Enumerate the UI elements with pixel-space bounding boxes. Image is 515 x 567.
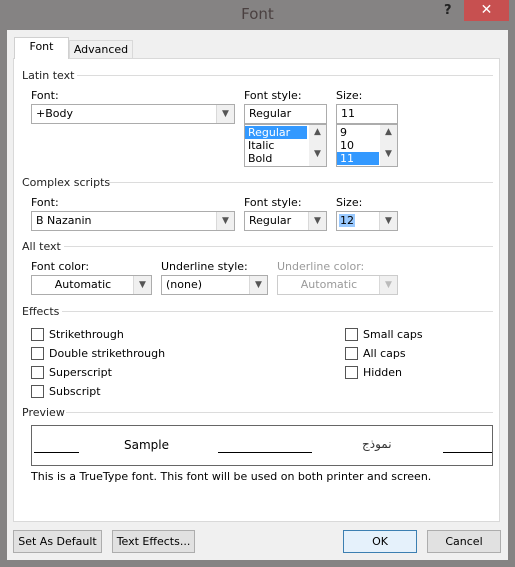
- divider: [66, 412, 493, 413]
- divider: [77, 75, 493, 76]
- preview-box: Sample نموذج: [31, 425, 493, 466]
- divider: [64, 246, 493, 247]
- scrollbar[interactable]: ▲ ▼: [309, 125, 326, 166]
- underline-color-value: Automatic: [300, 278, 358, 291]
- latin-size-list[interactable]: 9 10 11 ▲ ▼: [336, 124, 398, 167]
- preview-line: [34, 452, 79, 453]
- font-color-label: Font color:: [31, 260, 90, 273]
- checkbox[interactable]: [31, 328, 44, 341]
- list-item[interactable]: 11: [337, 152, 379, 165]
- checkbox-label: Hidden: [363, 366, 403, 379]
- section-preview: Preview: [22, 406, 65, 419]
- list-item[interactable]: Italic: [245, 139, 307, 152]
- chevron-down-icon[interactable]: ▼: [379, 212, 397, 230]
- underline-style-label: Underline style:: [161, 260, 248, 273]
- preview-line: [443, 452, 492, 453]
- section-latin-text: Latin text: [22, 69, 75, 82]
- preview-sample: Sample: [124, 438, 169, 452]
- checkbox-label: Superscript: [49, 366, 112, 379]
- effects-left: Strikethrough Double strikethrough Super…: [31, 325, 165, 401]
- divider: [108, 182, 493, 183]
- chevron-down-icon[interactable]: ▼: [216, 105, 234, 123]
- chevron-up-icon[interactable]: ▲: [309, 127, 326, 137]
- ok-button[interactable]: OK: [343, 530, 417, 553]
- help-button[interactable]: ?: [444, 3, 452, 18]
- close-button[interactable]: ✕: [464, 0, 509, 21]
- list-item[interactable]: 9: [337, 126, 379, 139]
- set-as-default-button[interactable]: Set As Default: [13, 530, 102, 553]
- checkbox[interactable]: [31, 347, 44, 360]
- font-color-combo[interactable]: Automatic ▼: [31, 275, 152, 295]
- checkbox-label: Small caps: [363, 328, 423, 341]
- latin-font-combo[interactable]: +Body ▼: [31, 104, 235, 124]
- tab-font[interactable]: Font: [14, 37, 69, 59]
- checkbox-all-caps[interactable]: All caps: [345, 344, 423, 363]
- complex-style-label: Font style:: [244, 196, 302, 209]
- latin-style-list[interactable]: Regular Italic Bold ▲ ▼: [244, 124, 327, 167]
- complex-style-value: Regular: [249, 214, 292, 227]
- tab-advanced[interactable]: Advanced: [69, 40, 133, 60]
- checkbox-hidden[interactable]: Hidden: [345, 363, 423, 382]
- cancel-button[interactable]: Cancel: [427, 530, 501, 553]
- checkbox-double-strikethrough[interactable]: Double strikethrough: [31, 344, 165, 363]
- checkbox-small-caps[interactable]: Small caps: [345, 325, 423, 344]
- complex-style-combo[interactable]: Regular ▼: [244, 211, 327, 231]
- checkbox-label: Double strikethrough: [49, 347, 166, 360]
- text-effects-button[interactable]: Text Effects...: [112, 530, 195, 553]
- latin-font-value: +Body: [36, 107, 73, 120]
- checkbox-label: Strikethrough: [49, 328, 124, 341]
- preview-sample-rtl: نموذج: [362, 437, 392, 451]
- checkbox[interactable]: [31, 385, 44, 398]
- chevron-down-icon[interactable]: ▼: [308, 212, 326, 230]
- effects-right: Small caps All caps Hidden: [345, 325, 423, 382]
- underline-color-label: Underline color:: [277, 260, 365, 273]
- scrollbar[interactable]: ▲ ▼: [380, 125, 397, 166]
- latin-style-label: Font style:: [244, 89, 302, 102]
- section-effects: Effects: [22, 305, 60, 318]
- checkbox-subscript[interactable]: Subscript: [31, 382, 165, 401]
- checkbox[interactable]: [345, 366, 358, 379]
- latin-size-input[interactable]: 11: [336, 104, 398, 124]
- latin-size-label: Size:: [336, 89, 363, 102]
- list-item[interactable]: Regular: [245, 126, 307, 139]
- chevron-down-icon[interactable]: ▼: [133, 276, 151, 294]
- window-title: Font: [241, 5, 274, 23]
- font-color-value: Automatic: [54, 278, 112, 291]
- complex-size-value: 12: [339, 214, 355, 227]
- chevron-down-icon[interactable]: ▼: [380, 149, 397, 159]
- complex-font-label: Font:: [31, 196, 59, 209]
- chevron-down-icon[interactable]: ▼: [249, 276, 267, 294]
- underline-style-combo[interactable]: (none) ▼: [161, 275, 268, 295]
- list-item[interactable]: 10: [337, 139, 379, 152]
- chevron-down-icon: ▼: [379, 276, 397, 294]
- preview-note: This is a TrueType font. This font will …: [31, 470, 432, 483]
- preview-line: [218, 452, 312, 453]
- chevron-up-icon[interactable]: ▲: [380, 127, 397, 137]
- chevron-down-icon[interactable]: ▼: [309, 149, 326, 159]
- divider: [62, 311, 493, 312]
- checkbox-superscript[interactable]: Superscript: [31, 363, 165, 382]
- chevron-down-icon[interactable]: ▼: [216, 212, 234, 230]
- complex-size-label: Size:: [336, 196, 363, 209]
- checkbox[interactable]: [345, 347, 358, 360]
- checkbox[interactable]: [345, 328, 358, 341]
- section-complex-scripts: Complex scripts: [22, 176, 111, 189]
- section-all-text: All text: [22, 240, 61, 253]
- latin-style-input[interactable]: Regular: [244, 104, 327, 124]
- underline-color-combo: Automatic ▼: [277, 275, 398, 295]
- list-item[interactable]: Bold: [245, 152, 307, 165]
- checkbox-strikethrough[interactable]: Strikethrough: [31, 325, 165, 344]
- checkbox-label: Subscript: [49, 385, 101, 398]
- complex-size-combo[interactable]: 12 ▼: [336, 211, 398, 231]
- checkbox[interactable]: [31, 366, 44, 379]
- complex-font-combo[interactable]: B Nazanin ▼: [31, 211, 235, 231]
- latin-font-label: Font:: [31, 89, 59, 102]
- underline-style-value: (none): [166, 278, 203, 291]
- checkbox-label: All caps: [363, 347, 406, 360]
- complex-font-value: B Nazanin: [36, 214, 92, 227]
